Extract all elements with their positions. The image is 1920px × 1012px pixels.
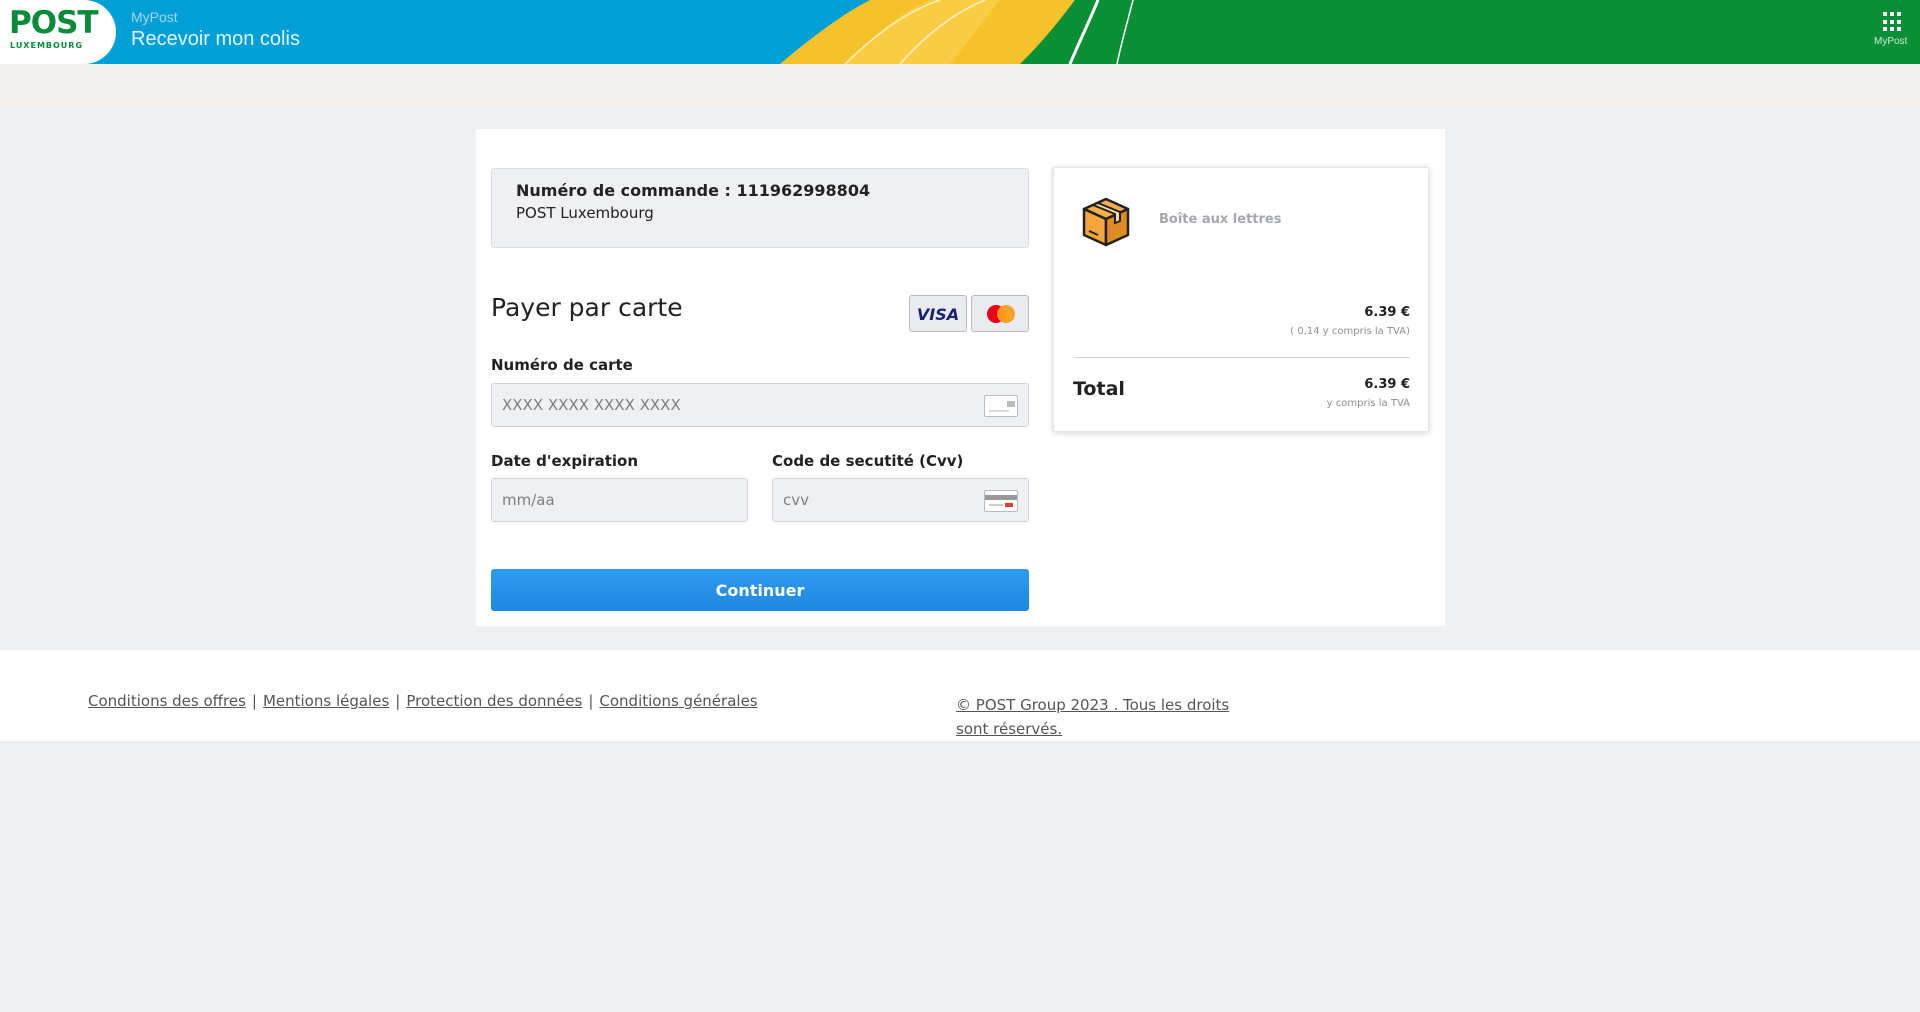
logo-subtext: LUXEMBOURG (10, 41, 84, 50)
summary-divider (1073, 357, 1410, 358)
expiry-label: Date d'expiration (491, 452, 639, 470)
top-header: POST LUXEMBOURG MyPost Recevoir mon coli… (0, 0, 1920, 64)
copyright[interactable]: © POST Group 2023 . Tous les droits sont… (956, 693, 1236, 741)
order-number: Numéro de commande : 111962998804 (516, 181, 871, 200)
post-logo[interactable]: POST LUXEMBOURG (0, 0, 116, 64)
footer-link-legal[interactable]: Mentions légales (263, 692, 389, 710)
card-number-input[interactable] (492, 384, 1028, 426)
grid-icon (1883, 12, 1903, 32)
cvv-label: Code de secutité (Cvv) (772, 452, 964, 470)
expiry-field[interactable] (491, 478, 748, 522)
page-title: Recevoir mon colis (131, 28, 300, 50)
card-number-label: Numéro de carte (491, 356, 633, 374)
order-info-box: Numéro de commande : 111962998804 POST L… (491, 168, 1029, 248)
footer-link-terms[interactable]: Conditions générales (599, 692, 757, 710)
sub-header-bar (0, 64, 1920, 108)
merchant-name: POST Luxembourg (516, 204, 654, 222)
item-name: Boîte aux lettres (1159, 212, 1282, 227)
card-back-cvv-icon (984, 490, 1018, 512)
continue-button[interactable]: Continuer (491, 569, 1029, 611)
visa-logo: VISA (909, 295, 967, 332)
package-box-icon (1082, 197, 1130, 247)
footer-separator: | (588, 692, 594, 710)
order-summary-card: Boîte aux lettres 6.39 € ( 0,14 y compri… (1053, 167, 1429, 432)
logo-text: POST (9, 5, 99, 41)
total-price: 6.39 € (1364, 377, 1410, 392)
footer-separator: | (395, 692, 401, 710)
card-number-field[interactable] (491, 383, 1029, 427)
footer-link-privacy[interactable]: Protection des données (406, 692, 582, 710)
total-label: Total (1073, 378, 1125, 400)
payment-title: Payer par carte (491, 293, 683, 322)
total-vat: y compris la TVA (1326, 398, 1410, 409)
credit-card-icon (984, 395, 1018, 417)
item-price: 6.39 € (1364, 305, 1410, 320)
cvv-field[interactable] (772, 478, 1029, 522)
footer: Conditions des offres | Mentions légales | P… (0, 650, 1920, 741)
app-name: MyPost (131, 9, 178, 25)
apps-menu-button[interactable]: MyPost (1872, 10, 1912, 52)
apps-label: MyPost (1874, 36, 1908, 47)
footer-links: Conditions des offres | Mentions légales | P… (88, 692, 758, 710)
visa-icon: VISA (916, 305, 960, 324)
item-vat: ( 0,14 y compris la TVA) (1290, 326, 1410, 337)
mastercard-logo (971, 295, 1029, 332)
footer-link-offers[interactable]: Conditions des offres (88, 692, 246, 710)
expiry-input[interactable] (492, 479, 747, 521)
footer-separator: | (251, 692, 257, 710)
